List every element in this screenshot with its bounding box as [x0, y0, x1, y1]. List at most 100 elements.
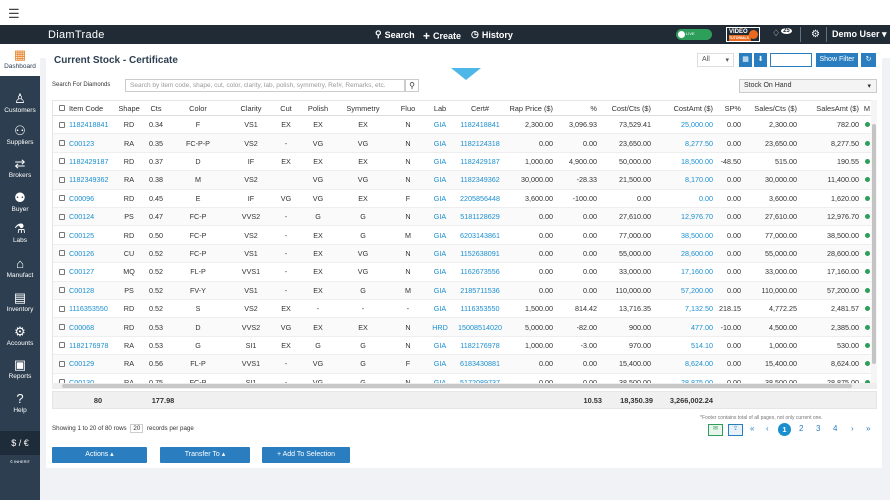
checkbox[interactable]: [59, 140, 65, 147]
table-row[interactable]: C00123 RA 0.35 FC-P-P VS2 - VG VG N GIA 1182124318…: [53, 134, 876, 153]
column-header[interactable]: Rap Price ($): [503, 101, 553, 115]
table-cell[interactable]: 2185711536: [455, 282, 505, 299]
table-cell[interactable]: C00096: [69, 190, 115, 207]
page-4-button[interactable]: 4: [833, 424, 837, 433]
filter-select[interactable]: All ▾: [697, 53, 734, 67]
checkbox[interactable]: [59, 121, 65, 128]
checkbox[interactable]: [59, 287, 65, 294]
column-header[interactable]: Fluo: [393, 101, 423, 115]
select-all-checkbox[interactable]: [57, 101, 67, 115]
vertical-scrollbar[interactable]: [871, 100, 877, 383]
row-checkbox[interactable]: [57, 190, 67, 207]
download-button[interactable]: ⬇: [754, 53, 767, 67]
next-page-icon[interactable]: ›: [851, 424, 854, 433]
prev-page-icon[interactable]: ‹: [766, 424, 769, 433]
table-row[interactable]: C00124 PS 0.47 FC-P VVS2 - G G N GIA 5181128629 0.0…: [53, 208, 876, 227]
page-2-button[interactable]: 2: [799, 424, 803, 433]
table-row[interactable]: C00127 MQ 0.52 FL-P VVS1 - EX VG N GIA 1162673556 0…: [53, 263, 876, 282]
sidebar-item-accounts[interactable]: ⚙ Accounts: [0, 321, 40, 353]
row-checkbox[interactable]: [57, 171, 67, 188]
column-header[interactable]: Color: [173, 101, 223, 115]
column-header[interactable]: Symmetry: [337, 101, 389, 115]
column-header[interactable]: SalesAmt ($): [797, 101, 859, 115]
table-row[interactable]: 1182429187 RD 0.37 D IF EX EX EX N GIA 1182429187 1…: [53, 153, 876, 172]
stock-select[interactable]: Stock On Hand: [739, 79, 877, 93]
table-row[interactable]: 1182418841 RD 0.34 F VS1 EX EX EX N GIA 1182418841…: [53, 116, 876, 135]
table-cell[interactable]: GIA: [425, 190, 455, 207]
sidebar-item-brokers[interactable]: ⇄ Brokers: [0, 153, 40, 185]
row-checkbox[interactable]: [57, 337, 67, 354]
table-cell[interactable]: C00124: [69, 208, 115, 225]
table-cell[interactable]: C00129: [69, 355, 115, 372]
checkbox[interactable]: [59, 232, 65, 239]
checkbox[interactable]: [59, 213, 65, 220]
table-cell[interactable]: 5181128629: [455, 208, 505, 225]
table-cell[interactable]: 2205856448: [455, 190, 505, 207]
table-cell[interactable]: GIA: [425, 134, 455, 151]
last-page-icon[interactable]: »: [866, 424, 870, 433]
show-filter-button[interactable]: Show Filter: [816, 53, 858, 67]
column-header[interactable]: Cts: [145, 101, 167, 115]
column-header[interactable]: CostAmt ($): [651, 101, 713, 115]
table-cell[interactable]: 1162673556: [455, 263, 505, 280]
nav-history[interactable]: ◷ History: [471, 29, 513, 40]
page-size-select[interactable]: 20: [130, 424, 144, 433]
table-cell[interactable]: GIA: [425, 355, 455, 372]
column-header[interactable]: Cut: [275, 101, 297, 115]
grid-view-button[interactable]: ▦: [739, 53, 752, 67]
table-cell[interactable]: GIA: [425, 337, 455, 354]
table-cell[interactable]: C00125: [69, 226, 115, 243]
row-checkbox[interactable]: [57, 245, 67, 262]
column-header[interactable]: Item Code: [69, 101, 115, 115]
table-cell[interactable]: 1182429187: [455, 153, 505, 170]
diamond-notification[interactable]: ♢ 25: [772, 28, 792, 39]
table-cell[interactable]: HRD: [425, 318, 455, 335]
transfer-to-button[interactable]: Transfer To ▴: [160, 447, 250, 463]
table-cell[interactable]: C00128: [69, 282, 115, 299]
table-cell[interactable]: 1182349362: [69, 171, 115, 188]
gear-icon[interactable]: ⚙: [811, 29, 820, 40]
table-cell[interactable]: 1182429187: [69, 153, 115, 170]
table-cell[interactable]: GIA: [425, 171, 455, 188]
page-3-button[interactable]: 3: [816, 424, 820, 433]
refresh-icon[interactable]: ↻: [861, 53, 876, 67]
table-cell[interactable]: GIA: [425, 282, 455, 299]
table-cell[interactable]: 1182349362: [455, 171, 505, 188]
sidebar-item-reports[interactable]: ▣ Reports: [0, 354, 40, 386]
export-icon[interactable]: ⇪: [728, 424, 743, 436]
nav-create[interactable]: + Create: [423, 29, 461, 43]
sidebar-item-manufact[interactable]: ⌂ Manufact: [0, 253, 40, 285]
checkbox[interactable]: [59, 250, 65, 257]
table-cell[interactable]: GIA: [425, 116, 455, 133]
table-cell[interactable]: 1116353550: [69, 300, 115, 317]
checkbox[interactable]: [59, 305, 65, 312]
table-cell[interactable]: 6183430881: [455, 355, 505, 372]
sidebar-item-inventory[interactable]: ▤ Inventory: [0, 287, 40, 319]
table-cell[interactable]: C00123: [69, 134, 115, 151]
column-header[interactable]: SP%: [713, 101, 741, 115]
table-row[interactable]: C00068 RD 0.53 D VVS2 VG EX EX N HRD 15008514020 5,…: [53, 318, 876, 337]
table-row[interactable]: 1182349362 RA 0.38 M VS2 VG VG N GIA 1182349362 30…: [53, 171, 876, 190]
table-cell[interactable]: GIA: [425, 208, 455, 225]
row-checkbox[interactable]: [57, 134, 67, 151]
table-cell[interactable]: 15008514020: [455, 318, 505, 335]
column-header[interactable]: Cert#: [455, 101, 505, 115]
table-row[interactable]: 1182176978 RA 0.53 G SI1 EX G G N GIA 1182176978 1,…: [53, 337, 876, 356]
collapse-arrow-icon[interactable]: [451, 68, 481, 80]
brand-logo[interactable]: DiamTrade: [48, 29, 105, 41]
column-header[interactable]: Clarity: [231, 101, 271, 115]
row-checkbox[interactable]: [57, 300, 67, 317]
column-header[interactable]: Sales/Cts ($): [741, 101, 797, 115]
row-checkbox[interactable]: [57, 282, 67, 299]
column-header[interactable]: Polish: [303, 101, 333, 115]
table-row[interactable]: C00096 RD 0.45 E IF VG VG EX F GIA 2205856448 3,600…: [53, 190, 876, 208]
checkbox[interactable]: [59, 360, 65, 367]
sidebar-item-help[interactable]: ? Help: [0, 388, 40, 420]
add-to-selection-button[interactable]: + Add To Selection: [262, 447, 350, 463]
table-cell[interactable]: C00127: [69, 263, 115, 280]
horizontal-scrollbar[interactable]: [52, 383, 877, 389]
sidebar-item-buyer[interactable]: ⚉ Buyer: [0, 187, 40, 219]
checkbox[interactable]: [59, 176, 65, 183]
table-cell[interactable]: GIA: [425, 153, 455, 170]
page-1-button[interactable]: 1: [778, 423, 791, 436]
